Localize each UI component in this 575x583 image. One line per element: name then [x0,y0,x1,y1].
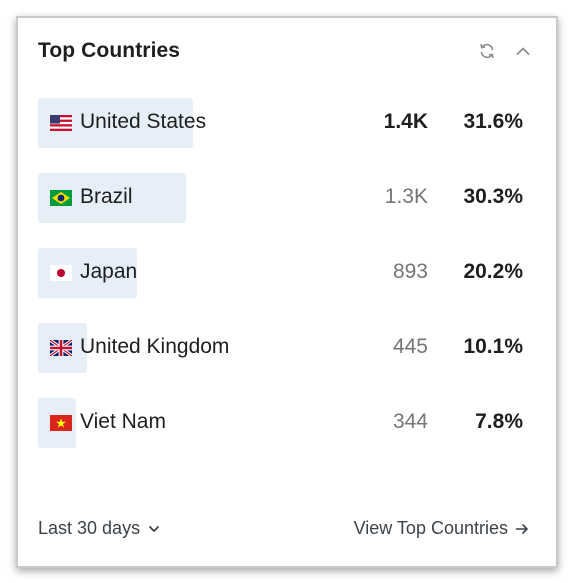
visit-count: 1.4K [383,110,428,133]
country-row-viet-nam[interactable]: Viet Nam 344 7.8% [38,398,528,448]
country-name: Viet Nam [80,410,166,433]
country-row-united-kingdom[interactable]: United Kingdom 445 10.1% [38,323,528,373]
top-countries-card: Top Countries United States 1.4K 31.6% B… [16,16,558,568]
country-row-united-states[interactable]: United States 1.4K 31.6% [38,98,528,148]
us-flag-icon [50,115,72,131]
visit-count: 344 [392,410,428,433]
card-title: Top Countries [38,39,181,62]
chevron-down-icon [149,525,159,532]
visit-percent: 7.8% [475,410,523,433]
period-label: Last 30 days [38,518,141,538]
view-top-countries-link[interactable]: View Top Countries [354,518,530,539]
brazil-flag-icon [50,190,72,206]
period-dropdown[interactable]: Last 30 days [38,518,162,539]
uk-flag-icon [50,340,72,356]
screenshot-frame: Top Countries United States 1.4K 31.6% B… [0,0,575,583]
country-row-japan[interactable]: Japan 893 20.2% [38,248,528,298]
refresh-icon[interactable] [474,38,500,64]
japan-flag-icon [50,265,72,281]
visit-percent: 10.1% [463,335,523,358]
visit-percent: 31.6% [463,110,523,133]
vietnam-flag-icon [50,415,72,431]
visit-count: 893 [392,260,428,283]
country-name: Brazil [80,185,133,208]
visit-percent: 30.3% [463,185,523,208]
visit-count: 445 [392,335,428,358]
visit-count: 1.3K [384,185,428,208]
arrow-right-icon [515,523,528,534]
country-row-brazil[interactable]: Brazil 1.3K 30.3% [38,173,528,223]
visit-percent: 20.2% [463,260,523,283]
country-name: Japan [80,260,138,283]
country-name: United States [80,110,207,133]
chevron-up-icon[interactable] [510,38,536,64]
view-top-countries-label: View Top Countries [353,518,508,538]
country-name: United Kingdom [80,335,230,358]
